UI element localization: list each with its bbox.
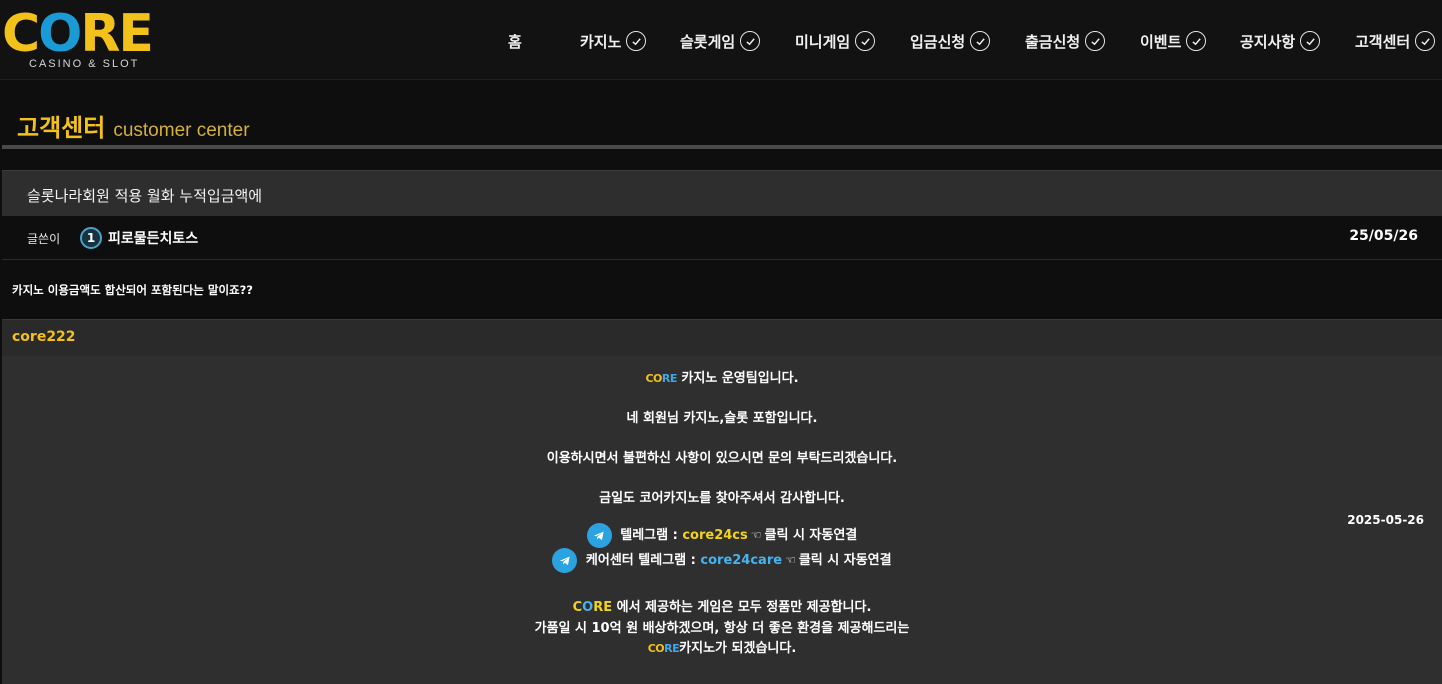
nav-casino[interactable]: 카지노 [580, 27, 647, 55]
nav-label: 공지사항 [1240, 32, 1296, 51]
post-date: 25/05/26 [1349, 228, 1418, 244]
level-badge: 1 [80, 227, 102, 249]
click-hint: 클릭 시 자동연결 [798, 553, 892, 568]
telegram-link-row[interactable]: 텔레그램 : core24cs ☜ 클릭 시 자동연결 [2, 523, 1442, 548]
reply-author: core222 [12, 329, 76, 345]
nav-notice[interactable]: 공지사항 [1240, 27, 1321, 55]
reply-line-text: 에서 제공하는 게임은 모두 정품만 제공합니다. [612, 600, 872, 615]
top-navigation-bar: CORE CASINO & SLOT 홈 카지노 슬롯게임 미니게임 입금신청 … [0, 0, 1442, 80]
nav-label: 출금신청 [1025, 32, 1081, 51]
page-title: 고객센터 customer center [17, 108, 250, 143]
page-title-ko: 고객센터 [17, 114, 106, 142]
nav-slot-game[interactable]: 슬롯게임 [680, 27, 761, 55]
telegram-id-link[interactable]: core24cs [682, 528, 747, 543]
nav-label: 고객센터 [1355, 32, 1411, 51]
nav-label: 미니게임 [795, 32, 851, 51]
check-circle-icon [970, 31, 991, 51]
check-circle-icon [855, 31, 876, 51]
logo-subtitle: CASINO & SLOT [29, 58, 140, 70]
telegram-label: 텔레그램 : [620, 528, 683, 543]
reply-line: 가품일 시 10억 원 배상하겠으며, 항상 더 좋은 환경을 제공해드리는 [534, 621, 910, 636]
nav-mini-game[interactable]: 미니게임 [795, 27, 876, 55]
reply-line: CORE카지노가 되겠습니다. [2, 637, 1442, 656]
care-telegram-label: 케어센터 텔레그램 : [585, 553, 701, 568]
check-circle-icon [1085, 31, 1106, 51]
nav-event[interactable]: 이벤트 [1140, 27, 1207, 55]
reply-line-text: 카지노 운영팀입니다. [681, 371, 799, 386]
nav-customer-center[interactable]: 고객센터 [1355, 27, 1436, 55]
pointing-hand-icon: ☜ [750, 528, 762, 542]
check-circle-icon [1300, 31, 1321, 51]
nav-label: 이벤트 [1140, 32, 1182, 51]
click-hint: 클릭 시 자동연결 [764, 528, 858, 543]
check-circle-icon [626, 31, 647, 51]
main-nav: 홈 카지노 슬롯게임 미니게임 입금신청 출금신청 이벤트 공지사항 고객센터 [0, 27, 1442, 55]
nav-withdraw[interactable]: 출금신청 [1025, 27, 1106, 55]
nav-home-label: 홈 [508, 32, 522, 51]
post-author[interactable]: 피로물든치토스 [108, 228, 198, 248]
nav-deposit[interactable]: 입금신청 [910, 27, 991, 55]
nav-label: 슬롯게임 [680, 32, 736, 51]
reply-line: CORE 에서 제공하는 게임은 모두 정품만 제공합니다. [572, 600, 872, 615]
reply-line: 네 회원님 카지노,슬롯 포함입니다. [626, 411, 818, 426]
post-text: 카지노 이용금액도 합산되어 포함된다는 말이죠?? [12, 283, 253, 297]
title-divider [2, 145, 1442, 149]
reply-line-text: 카지노가 되겠습니다. [679, 641, 797, 656]
care-telegram-link-row[interactable]: 케어센터 텔레그램 : core24care ☜ 클릭 시 자동연결 [2, 548, 1442, 573]
nav-label: 카지노 [580, 32, 622, 51]
check-circle-icon [1415, 31, 1436, 51]
post-subject: 슬롯나라회원 적용 월화 누적입금액에 [27, 187, 263, 205]
mini-core-logo: CORE [647, 642, 680, 655]
reply-header: core222 [2, 319, 1442, 357]
nav-label: 입금신청 [910, 32, 966, 51]
pointing-hand-icon: ☜ [785, 553, 796, 567]
post-meta-row: 글쓴이 1 피로물든치토스 25/05/26 [2, 216, 1442, 260]
mini-core-logo: CORE [645, 372, 677, 385]
reply-line: CORE 카지노 운영팀입니다. [2, 367, 1442, 386]
page-title-en: customer center [113, 120, 250, 141]
post-content: 카지노 이용금액도 합산되어 포함된다는 말이죠?? [2, 260, 1442, 318]
reply-line: 이용하시면서 불편하신 사항이 있으시면 문의 부탁드리겠습니다. [546, 451, 898, 466]
post-subject-bar: 슬롯나라회원 적용 월화 누적입금액에 [2, 170, 1442, 217]
telegram-icon [552, 548, 578, 573]
reply-body: 2025-05-26 CORE 카지노 운영팀입니다. 네 회원님 카지노,슬롯… [2, 356, 1442, 684]
telegram-icon [586, 523, 612, 548]
check-circle-icon [740, 31, 761, 51]
author-label: 글쓴이 [27, 232, 61, 246]
reply-line: 금일도 코어카지노를 찾아주셔서 감사합니다. [599, 491, 845, 506]
check-circle-icon [1186, 31, 1207, 51]
care-telegram-id-link[interactable]: core24care [700, 553, 782, 568]
nav-home[interactable]: 홈 [508, 27, 522, 55]
